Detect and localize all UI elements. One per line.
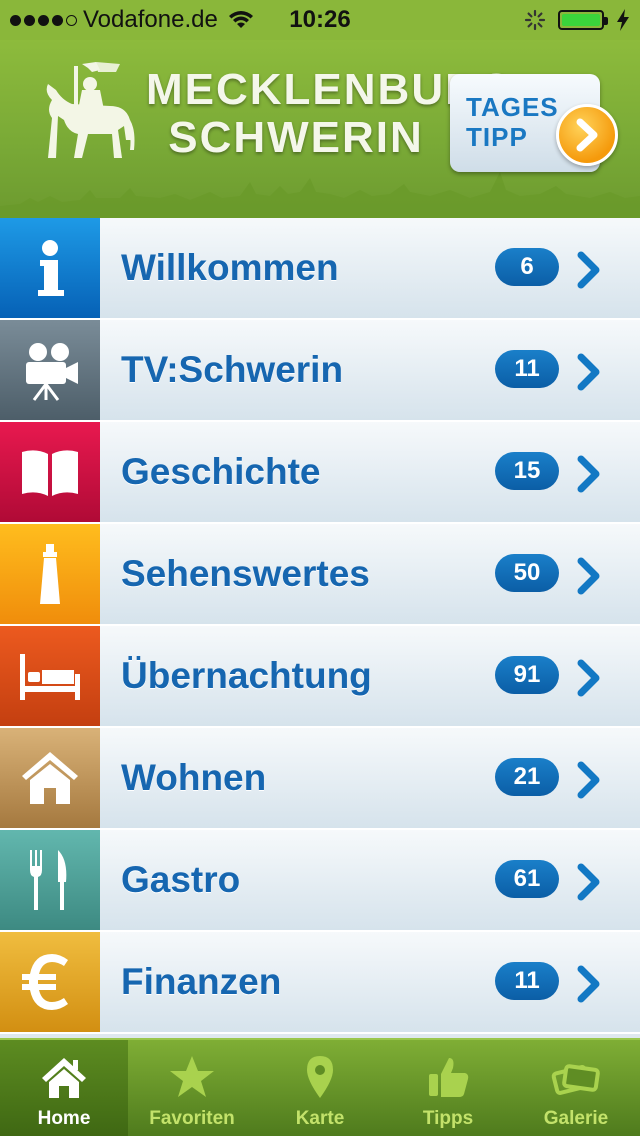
count-badge: 11: [495, 962, 559, 1000]
brand-line-2: SCHWERIN: [168, 113, 424, 162]
menu-item-uebernachtung[interactable]: Übernachtung 91: [0, 626, 640, 728]
menu-item-geschichte[interactable]: Geschichte 15: [0, 422, 640, 524]
star-icon: [170, 1056, 214, 1097]
battery-icon: [558, 10, 608, 30]
category-list: Willkommen 6 TV:Schwerin 11 Geschichte 1…: [0, 218, 640, 1034]
euro-icon: [0, 932, 100, 1032]
lighthouse-icon: [0, 524, 100, 624]
tab-label: Favoriten: [149, 1108, 235, 1129]
brand-line-1: MECKLENBURG: [146, 65, 516, 114]
chevron-right-icon: [577, 251, 600, 289]
chevron-right-icon: [577, 659, 600, 697]
photos-icon: [551, 1064, 600, 1095]
tab-label: Karte: [295, 1108, 345, 1129]
brand-title: MECKLENBURG SCHWERIN: [146, 65, 516, 162]
count-badge: 50: [495, 554, 559, 592]
chevron-right-icon: [577, 965, 600, 1003]
tab-label: Tipps: [422, 1108, 474, 1129]
chevron-right-icon: [577, 863, 600, 901]
house-icon: [0, 728, 100, 828]
count-badge: 91: [495, 656, 559, 694]
home-icon: [42, 1058, 86, 1098]
tab-label: Galerie: [543, 1108, 609, 1129]
bed-icon: [0, 626, 100, 726]
tages-tipp-label-1: TAGES: [466, 92, 559, 122]
tab-bar: Home Favoriten Karte Tipps Galerie: [0, 1038, 640, 1136]
app-header: MECKLENBURG SCHWERIN TAGES TIPP: [0, 40, 640, 218]
menu-item-gastro[interactable]: Gastro 61: [0, 830, 640, 932]
menu-item-label: Geschichte: [121, 451, 321, 492]
menu-item-label: Willkommen: [121, 247, 339, 288]
signal-strength-icon: [10, 14, 77, 26]
chevron-right-icon: [556, 104, 618, 166]
menu-item-label: TV:Schwerin: [121, 349, 344, 390]
carrier-name: Vodafone.de: [83, 6, 218, 33]
menu-item-sehenswertes[interactable]: Sehenswertes 50: [0, 524, 640, 626]
chevron-right-icon: [577, 557, 600, 595]
menu-item-finanzen[interactable]: Finanzen 11: [0, 932, 640, 1034]
status-bar: Vodafone.de 10:26: [0, 0, 640, 40]
tab-galerie[interactable]: Galerie: [512, 1040, 640, 1136]
charging-bolt-icon: [617, 9, 629, 31]
menu-item-label: Gastro: [121, 859, 241, 900]
knight-on-horse-logo: [46, 62, 135, 158]
fork-knife-icon: [0, 830, 100, 930]
wifi-icon: [228, 11, 253, 28]
chevron-right-icon: [577, 455, 600, 493]
tab-karte[interactable]: Karte: [256, 1040, 384, 1136]
menu-item-willkommen[interactable]: Willkommen 6: [0, 218, 640, 320]
count-badge: 6: [495, 248, 559, 286]
count-badge: 21: [495, 758, 559, 796]
info-icon: [0, 218, 100, 318]
film-camera-icon: [0, 320, 100, 420]
city-skyline-illustration: [0, 172, 640, 218]
menu-item-wohnen[interactable]: Wohnen 21: [0, 728, 640, 830]
count-badge: 11: [495, 350, 559, 388]
open-book-icon: [0, 422, 100, 522]
tab-label: Home: [37, 1108, 91, 1129]
chevron-right-icon: [577, 353, 600, 391]
tages-tipp-label-2: TIPP: [466, 122, 528, 152]
thumbs-up-icon: [429, 1058, 469, 1097]
menu-item-label: Finanzen: [121, 961, 282, 1002]
tab-home[interactable]: Home: [0, 1040, 128, 1136]
menu-item-label: Sehenswertes: [121, 553, 370, 594]
activity-spinner-icon: [524, 9, 546, 31]
map-pin-icon: [307, 1056, 333, 1098]
chevron-right-icon: [577, 761, 600, 799]
menu-item-label: Übernachtung: [121, 655, 372, 696]
tab-tipps[interactable]: Tipps: [384, 1040, 512, 1136]
menu-item-label: Wohnen: [121, 757, 267, 798]
menu-item-tv-schwerin[interactable]: TV:Schwerin 11: [0, 320, 640, 422]
tages-tipp-button[interactable]: TAGES TIPP: [450, 74, 618, 172]
count-badge: 15: [495, 452, 559, 490]
count-badge: 61: [495, 860, 559, 898]
tab-favoriten[interactable]: Favoriten: [128, 1040, 256, 1136]
